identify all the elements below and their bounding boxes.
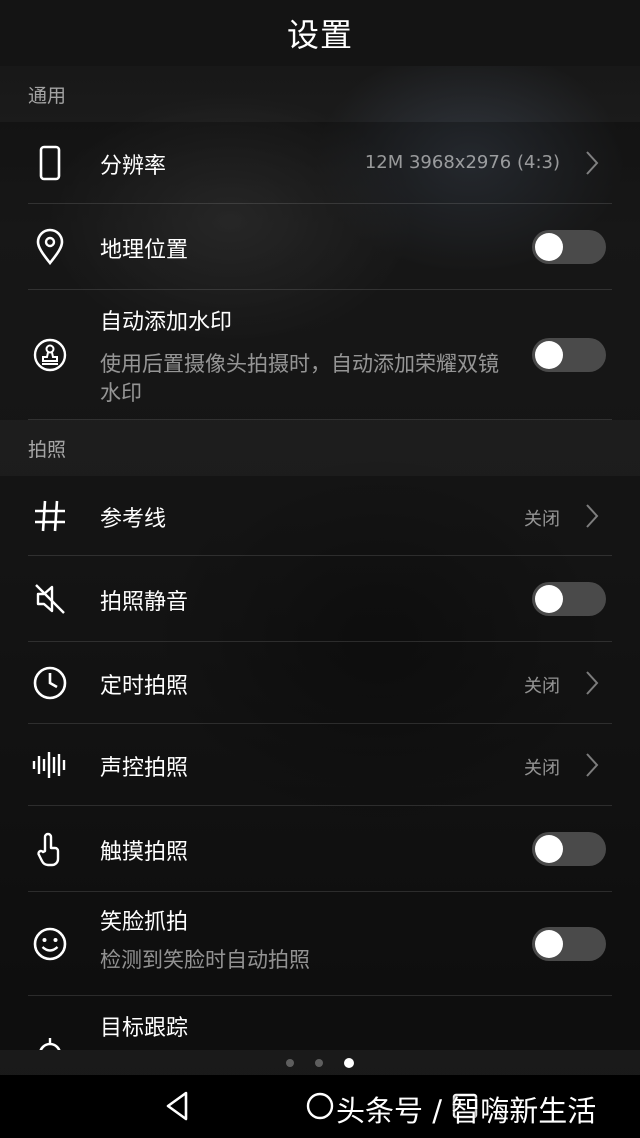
toggle-knob: [535, 930, 563, 958]
touch-label: 触摸拍照: [100, 840, 189, 865]
toggle-knob: [535, 835, 563, 863]
timer-value: 关闭: [524, 676, 560, 697]
page-dot: [315, 1059, 323, 1067]
location-row[interactable]: 地理位置: [0, 204, 640, 290]
smile-label: 笑脸抓拍: [100, 910, 189, 935]
tracking-label: 目标跟踪: [100, 1016, 189, 1041]
chevron-right-icon: [586, 151, 599, 175]
touch-hand-icon: [28, 827, 72, 871]
watermark-label: 自动添加水印: [100, 310, 233, 335]
chevron-right-icon: [586, 504, 599, 528]
smile-description: 检测到笑脸时自动拍照: [100, 948, 310, 972]
toggle-knob: [535, 341, 563, 369]
clock-icon: [28, 661, 72, 705]
watermark-overlay-text: 头条号 / 智嗨新生活: [336, 1094, 597, 1128]
target-tracking-icon: [28, 1032, 72, 1050]
voice-label: 声控拍照: [100, 756, 189, 781]
resolution-row[interactable]: 分辨率 12M 3968x2976 (4:3): [0, 122, 640, 204]
toggle-knob: [535, 585, 563, 613]
watermark-description: 使用后置摄像头拍摄时，自动添加荣耀双镜水印: [100, 352, 499, 405]
chevron-right-icon: [586, 753, 599, 777]
grid-value: 关闭: [524, 509, 560, 530]
mute-toggle[interactable]: [532, 582, 606, 616]
phone-outline-icon: [28, 141, 72, 185]
touch-row[interactable]: 触摸拍照: [0, 806, 640, 892]
speaker-mute-icon: [28, 577, 72, 621]
watermark-toggle[interactable]: [532, 338, 606, 372]
home-icon[interactable]: [305, 1091, 335, 1121]
chevron-right-icon: [586, 671, 599, 695]
smile-row[interactable]: 笑脸抓拍 检测到笑脸时自动拍照: [0, 892, 640, 996]
resolution-value: 12M 3968x2976 (4:3): [364, 152, 560, 173]
mute-label: 拍照静音: [100, 590, 189, 615]
page-dot-active: [344, 1058, 354, 1068]
page-dot: [286, 1059, 294, 1067]
section-header-photo: 拍照: [0, 420, 640, 476]
location-pin-icon: [28, 225, 72, 269]
voice-value: 关闭: [524, 758, 560, 779]
page-indicator: [0, 1055, 640, 1071]
camera-settings-screen: 设置 通用 分辨率 12M 3968x2976 (4:3) 地理位置 自动添加水…: [0, 0, 640, 1138]
location-label: 地理位置: [100, 238, 189, 263]
grid-icon: [28, 494, 72, 538]
tracking-row[interactable]: 目标跟踪: [0, 996, 640, 1050]
toggle-knob: [535, 233, 563, 261]
voice-row[interactable]: 声控拍照 关闭: [0, 724, 640, 806]
smile-icon: [28, 922, 72, 966]
mute-row[interactable]: 拍照静音: [0, 556, 640, 642]
settings-list[interactable]: 通用 分辨率 12M 3968x2976 (4:3) 地理位置 自动添加水印 使…: [0, 66, 640, 1050]
stamp-icon: [28, 333, 72, 377]
touch-toggle[interactable]: [532, 832, 606, 866]
timer-row[interactable]: 定时拍照 关闭: [0, 642, 640, 724]
grid-label: 参考线: [100, 507, 167, 532]
section-header-general: 通用: [0, 66, 640, 122]
timer-label: 定时拍照: [100, 674, 189, 699]
watermark-row[interactable]: 自动添加水印 使用后置摄像头拍摄时，自动添加荣耀双镜水印: [0, 290, 640, 420]
sound-wave-icon: [28, 743, 72, 787]
title-bar: 设置: [0, 0, 640, 66]
page-title: 设置: [286, 16, 353, 54]
smile-toggle[interactable]: [532, 927, 606, 961]
location-toggle[interactable]: [532, 230, 606, 264]
grid-row[interactable]: 参考线 关闭: [0, 476, 640, 556]
back-icon[interactable]: [160, 1088, 196, 1124]
